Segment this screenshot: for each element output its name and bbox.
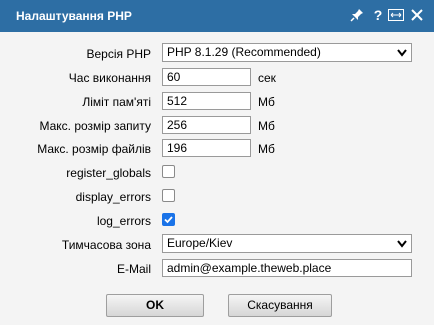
- max-post-input[interactable]: [162, 116, 251, 134]
- exec-time-input[interactable]: [162, 68, 251, 86]
- exec-time-unit: сек: [258, 71, 276, 85]
- ok-button[interactable]: OK: [106, 294, 204, 317]
- email-label: E-Mail: [116, 262, 151, 276]
- memory-limit-input[interactable]: [162, 92, 251, 110]
- log-errors-label: log_errors: [96, 214, 151, 228]
- maximize-icon[interactable]: [387, 6, 405, 24]
- checkmark-icon: [164, 216, 173, 224]
- max-post-label: Макс. розмір запиту: [39, 119, 151, 133]
- chevron-down-icon: [397, 240, 407, 248]
- memory-limit-label: Ліміт пам'яті: [82, 95, 151, 109]
- cancel-button[interactable]: Скасування: [228, 294, 332, 317]
- php-version-value: PHP 8.1.29 (Recommended): [167, 45, 321, 59]
- max-post-unit: Мб: [258, 119, 275, 133]
- memory-limit-unit: Мб: [258, 95, 275, 109]
- chevron-down-icon: [397, 49, 407, 57]
- dialog-titlebar[interactable]: Налаштування PHP ?: [0, 0, 434, 32]
- email-field[interactable]: [162, 259, 412, 277]
- register-globals-checkbox[interactable]: [162, 165, 175, 178]
- timezone-select[interactable]: Europe/Kiev: [162, 234, 412, 253]
- exec-time-label: Час виконання: [68, 71, 151, 85]
- pin-icon[interactable]: [348, 6, 366, 24]
- display-errors-label: display_errors: [75, 190, 151, 204]
- close-icon[interactable]: [408, 6, 426, 24]
- timezone-value: Europe/Kiev: [167, 236, 233, 250]
- dialog-title: Налаштування PHP: [16, 9, 132, 23]
- php-version-label: Версія PHP: [86, 47, 151, 61]
- help-icon[interactable]: ?: [369, 6, 387, 24]
- max-upload-unit: Мб: [258, 142, 275, 156]
- php-settings-dialog: Налаштування PHP ? Версія PHP PHP 8.1.29…: [0, 0, 434, 325]
- php-version-select[interactable]: PHP 8.1.29 (Recommended): [162, 43, 412, 62]
- register-globals-label: register_globals: [66, 166, 151, 180]
- max-upload-input[interactable]: [162, 139, 251, 157]
- timezone-label: Тимчасова зона: [61, 238, 151, 252]
- log-errors-checkbox[interactable]: [162, 213, 175, 226]
- display-errors-checkbox[interactable]: [162, 189, 175, 202]
- max-upload-label: Макс. розмір файлів: [37, 142, 151, 156]
